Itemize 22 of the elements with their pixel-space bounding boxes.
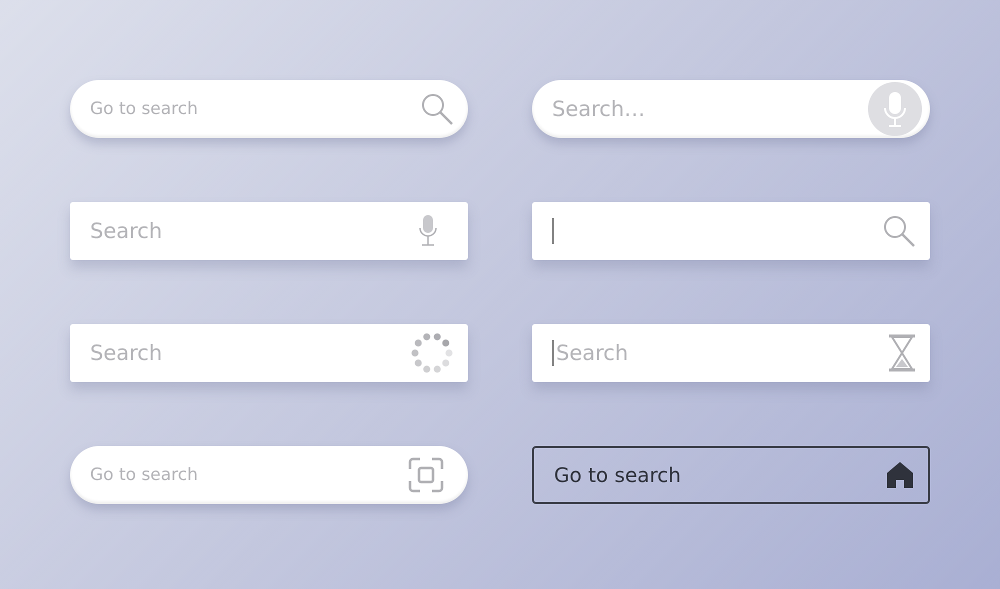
search-bar[interactable]: Search <box>70 324 468 382</box>
search-bar[interactable]: Search <box>532 324 930 382</box>
search-field[interactable]: Go to search <box>554 463 886 487</box>
microphone-icon[interactable] <box>868 82 922 136</box>
home-icon[interactable] <box>886 461 914 489</box>
scan-icon[interactable] <box>408 457 444 493</box>
loading-spinner-icon <box>410 331 454 375</box>
microphone-icon[interactable] <box>418 214 438 248</box>
search-bar[interactable]: Go to search <box>70 446 468 504</box>
search-icon[interactable] <box>882 214 916 248</box>
search-bar[interactable]: Search… <box>532 80 930 138</box>
search-icon[interactable] <box>420 92 454 126</box>
hourglass-icon <box>888 334 916 372</box>
search-field[interactable]: Search <box>556 341 888 365</box>
search-field[interactable]: Search… <box>552 97 868 121</box>
search-field[interactable]: Go to search <box>90 465 408 485</box>
search-field[interactable]: Search <box>90 219 418 243</box>
search-bar[interactable]: Search <box>70 202 468 260</box>
search-bar[interactable]: Go to search <box>532 446 930 504</box>
search-field[interactable]: Search <box>90 341 410 365</box>
search-field[interactable]: Go to search <box>90 99 420 119</box>
search-bar[interactable]: Go to search <box>70 80 468 138</box>
